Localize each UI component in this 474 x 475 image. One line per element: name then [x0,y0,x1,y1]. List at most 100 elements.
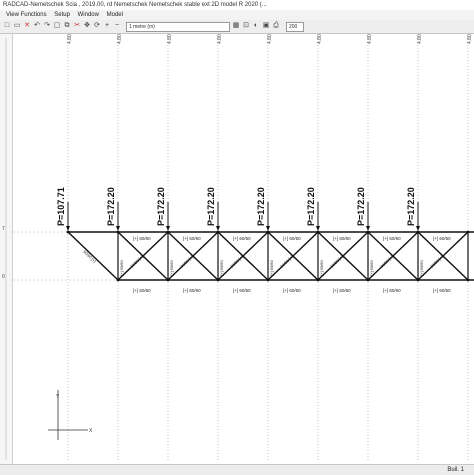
redo-icon[interactable]: ↷ [43,22,51,30]
contrast-icon[interactable]: ◐ [252,22,260,30]
axis-y-label: Y [56,394,60,400]
menu-item-model[interactable]: Model [107,10,123,20]
left-panel: 7 0 [0,34,13,464]
ruler-label: 4.80 [117,34,123,44]
zoom-in-icon[interactable]: + [103,22,111,30]
select-icon[interactable]: ▢ [53,22,61,30]
menu-item-window[interactable]: Window [78,10,99,20]
node [266,278,270,282]
node [66,230,70,234]
window-title-bar: RADCAD-Nemetschek Scia , 2019.00, rd Nem… [0,0,474,10]
delete-icon[interactable]: ✕ [23,22,31,30]
node [366,278,370,282]
bottom-chord-section-label: [+] 60/60 [433,288,451,293]
top-chord-section-label: [+] 60/60 [333,236,351,241]
copy-icon[interactable]: ⧉ [63,22,71,30]
bottom-chord-section-label: [+] 60/60 [233,288,251,293]
node [216,278,220,282]
top-chord-section-label: [+] 60/60 [183,236,201,241]
bottom-chord-section-label: [+] 60/60 [383,288,401,293]
undo-icon[interactable]: ↶ [33,22,41,30]
bottom-chord-section-label: [+] 60/60 [183,288,201,293]
vertical-section-label: [+] 60/60 [119,260,124,276]
end-diagonal-label: 60/60 [+] [82,249,97,263]
diagonal-section-label: 60/60 [+] [379,254,394,268]
drawing-canvas[interactable]: 4.80 4.80 4.80 4.80 4.80 4.80 4.80 4.80 4.80 P=1… [13,34,474,464]
force-label: P=172.20 [206,187,216,226]
node [116,278,120,282]
truss-drawing[interactable]: 4.80 4.80 4.80 4.80 4.80 4.80 4.80 4.80 4.80 P=1… [13,34,474,464]
force-label: P=172.20 [356,187,366,226]
layer-select[interactable]: 1 metre (m) [126,22,230,32]
diagonal-section-label: 60/60 [+] [279,254,294,268]
diagonal-section-label: 60/60 [+] [129,254,144,268]
node [116,230,120,234]
force-label: P=107.71 [56,187,66,226]
node [216,230,220,234]
grid-icon[interactable]: ▦ [232,22,240,30]
top-chord-section-label: [+] 60/60 [283,236,301,241]
bottom-chord-section-label: [+] 60/60 [283,288,301,293]
force-label: P=172.20 [256,187,266,226]
load-arrow-head [116,226,120,231]
force-label: P=172.20 [106,187,116,226]
cut-icon[interactable]: ✂ [73,22,81,30]
print-icon[interactable]: ⎙ [272,22,280,30]
grid-lines [13,36,474,460]
ruler-label: 4.80 [367,34,373,44]
window-title: RADCAD-Nemetschek Scia , 2019.00, rd Nem… [3,2,267,8]
load-arrow-head [216,226,220,231]
left-panel-ruler: 7 0 [2,38,7,460]
node [316,230,320,234]
toolbar: □ ▭ ✕ ↶ ↷ ▢ ⧉ ✂ ✥ ⟳ + − 1 metre (m) ▦ ⊡ … [0,20,474,34]
node [166,230,170,234]
new-file-icon[interactable]: □ [3,22,11,30]
rotate-icon[interactable]: ⟳ [93,22,101,30]
menu-item-setup[interactable]: Setup [54,10,70,20]
ruler-label: 4.80 [317,34,323,44]
zoom-window-icon[interactable]: ⊡ [242,22,250,30]
top-chord-section-label: [+] 60/60 [233,236,251,241]
open-icon[interactable]: ▭ [13,22,21,30]
left-marker-top: 7 [2,226,5,232]
load-arrow-head [366,226,370,231]
menu-item-view-functions[interactable]: View Functions [6,10,47,20]
top-chord-section-label: [+] 60/60 [133,236,151,241]
node [416,278,420,282]
ruler-label: 4.80 [167,34,173,44]
node [466,278,470,282]
node [266,230,270,234]
left-marker-bottom: 0 [2,274,5,280]
vertical-section-label: [+] 60/60 [269,260,274,276]
ruler-label: 4.80 [417,34,423,44]
load-arrow-head [266,226,270,231]
status-bar: Buil. 1 [0,464,474,475]
ruler-label: 4.80 [67,34,73,44]
bottom-chord-section-label: [+] 60/60 [133,288,151,293]
load-arrow-head [66,226,70,231]
force-label: P=172.20 [306,187,316,226]
diagonal-section-label: 60/60 [+] [329,254,344,268]
menu-bar: View Functions Setup Window Model [0,10,474,20]
ruler-label: 4.80 [467,34,473,44]
render-icon[interactable]: ▣ [262,22,270,30]
diagonal-section-label: 60/60 [+] [429,254,444,268]
move-icon[interactable]: ✥ [83,22,91,30]
top-ruler: 4.80 4.80 4.80 4.80 4.80 4.80 4.80 4.80 4.80 [67,34,473,44]
load-arrow-head [166,226,170,231]
axis-x-label: X [89,428,93,434]
top-chord-section-label: [+] 60/60 [433,236,451,241]
force-label: P=172.20 [156,187,166,226]
ruler-label: 4.80 [267,34,273,44]
node [316,278,320,282]
vertical-section-label: [+] 60/60 [219,260,224,276]
diagonal-section-label: 60/60 [+] [229,254,244,268]
node [366,230,370,234]
zoom-out-icon[interactable]: − [113,22,121,30]
bottom-chord-section-label: [+] 60/60 [333,288,351,293]
vertical-section-label: [+] 60/60 [169,260,174,276]
vertical-section-label: [+] 60/60 [319,260,324,276]
force-label: P=172.20 [406,187,416,226]
scale-select[interactable]: 200 [286,22,304,32]
ruler-label: 4.80 [217,34,223,44]
